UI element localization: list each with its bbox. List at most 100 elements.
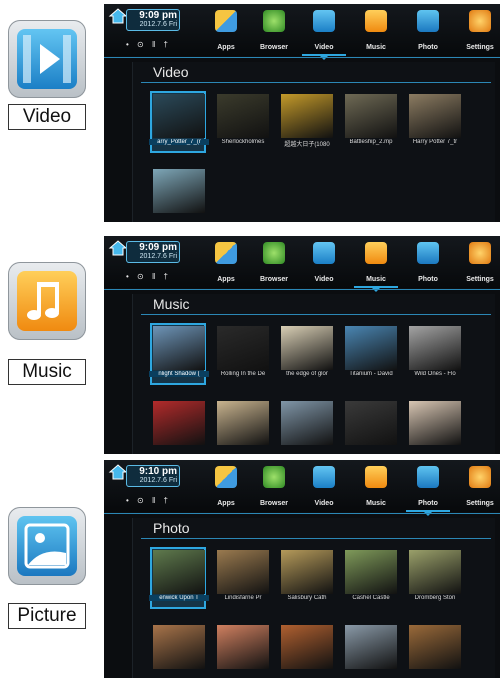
tab-video[interactable]: Video <box>300 462 348 510</box>
apps-icon <box>215 466 237 488</box>
home-icon[interactable] <box>108 239 128 257</box>
media-thumbnail[interactable] <box>153 625 205 677</box>
media-thumbnail[interactable]: enwick Upon T <box>149 547 209 609</box>
thumbnail-label: Sherlockholmes <box>221 139 265 145</box>
media-thumbnail[interactable]: Titanium - David <box>345 326 397 378</box>
tab-settings[interactable]: Settings <box>456 6 500 54</box>
thumbnail-image <box>153 550 205 594</box>
tab-label: Apps <box>217 44 235 51</box>
video-icon <box>313 242 335 264</box>
tab-browser[interactable]: Browser <box>250 238 298 286</box>
media-thumbnail[interactable] <box>281 401 333 453</box>
thumbnail-image <box>153 169 205 213</box>
tab-label: Photo <box>418 44 438 51</box>
media-thumbnail[interactable] <box>409 401 461 453</box>
settings-icon <box>469 466 491 488</box>
media-thumbnail[interactable] <box>217 401 269 453</box>
thumbnail-image <box>217 94 269 138</box>
thumbnail-label: nlight Shadow ( <box>149 371 209 377</box>
home-icon[interactable] <box>108 7 128 25</box>
media-thumbnail[interactable]: Dromberg Ston <box>409 550 461 602</box>
thumbnail-image <box>153 625 205 669</box>
media-thumbnail[interactable]: Harry Potter 7_tr <box>409 94 461 146</box>
tab-label: Music <box>366 276 386 283</box>
media-thumbnail[interactable]: Wild Ones - Flo <box>409 326 461 378</box>
picture-app-icon <box>8 507 86 585</box>
media-thumbnail[interactable] <box>217 625 269 677</box>
clock-time: 9:09 pm <box>139 10 177 21</box>
tab-photo[interactable]: Photo <box>404 238 452 286</box>
tab-label: Music <box>366 500 386 507</box>
media-thumbnail[interactable]: Salisbury Cath <box>281 550 333 602</box>
thumbnail-image <box>409 550 461 594</box>
tab-label: Photo <box>418 276 438 283</box>
media-thumbnail[interactable] <box>281 625 333 677</box>
tab-settings[interactable]: Settings <box>456 462 500 510</box>
media-thumbnail[interactable] <box>345 401 397 453</box>
thumbnail-image <box>153 401 205 445</box>
section-title: Music <box>153 296 190 312</box>
clock-widget: 9:09 pm 2012.7.6 Fri <box>126 9 180 31</box>
tab-apps[interactable]: Apps <box>202 462 250 510</box>
tab-photo[interactable]: Photo <box>404 6 452 54</box>
media-thumbnail[interactable]: Lindisfarne Pr <box>217 550 269 602</box>
content-section: Video arry_Potter_7_(r Sherlockholmes 超越大日子… <box>132 62 495 222</box>
tab-music[interactable]: Music <box>352 6 400 54</box>
thumbnail-image <box>217 326 269 370</box>
media-thumbnail[interactable]: Cashel Castle <box>345 550 397 602</box>
thumbnail-label: Lindisfarne Pr <box>224 595 262 601</box>
clock-date: 2012.7.6 Fri <box>139 21 177 28</box>
thumbnail-image <box>281 401 333 445</box>
tab-photo[interactable]: Photo <box>404 462 452 516</box>
clock-time: 9:09 pm <box>139 242 177 253</box>
thumbnail-image <box>153 326 205 370</box>
thumbnail-label: Titanium - David <box>349 371 393 377</box>
music-icon <box>365 10 387 32</box>
launcher-screen-photo: 9:10 pm 2012.7.6 Fri • ⊙ ‖ † Apps Browser Vid… <box>104 460 500 678</box>
settings-icon <box>469 10 491 32</box>
tab-settings[interactable]: Settings <box>456 238 500 286</box>
divider <box>104 57 500 58</box>
tab-music[interactable]: Music <box>352 462 400 510</box>
divider <box>104 513 500 514</box>
tab-label: Apps <box>217 276 235 283</box>
tab-apps[interactable]: Apps <box>202 238 250 286</box>
home-icon[interactable] <box>108 463 128 481</box>
tab-apps[interactable]: Apps <box>202 6 250 54</box>
tab-music[interactable]: Music <box>352 238 400 292</box>
tab-video[interactable]: Video <box>300 6 348 60</box>
media-thumbnail[interactable]: arry_Potter_7_(r <box>149 91 209 153</box>
tab-label: Settings <box>466 276 494 283</box>
media-thumbnail[interactable]: the edge of glor <box>281 326 333 378</box>
tab-label: Browser <box>259 44 288 51</box>
tab-label: Photo <box>418 500 438 507</box>
tab-browser[interactable]: Browser <box>250 6 298 54</box>
media-thumbnail[interactable] <box>153 401 205 453</box>
section-divider <box>141 314 491 315</box>
thumbnail-image <box>281 94 333 138</box>
media-thumbnail[interactable]: Rolling In the De <box>217 326 269 378</box>
tab-video[interactable]: Video <box>300 238 348 286</box>
clock-time: 9:10 pm <box>139 466 177 477</box>
photo-icon <box>417 466 439 488</box>
thumbnail-label: Dromberg Ston <box>414 595 456 601</box>
browser-icon <box>263 10 285 32</box>
media-thumbnail[interactable] <box>345 625 397 677</box>
media-thumbnail[interactable]: nlight Shadow ( <box>149 323 209 385</box>
media-thumbnail[interactable]: Sherlockholmes <box>217 94 269 146</box>
apps-icon <box>215 10 237 32</box>
media-thumbnail[interactable] <box>409 625 461 677</box>
tab-browser[interactable]: Browser <box>250 462 298 510</box>
tab-label: Video <box>314 500 334 507</box>
thumbnail-image <box>345 94 397 138</box>
section-title: Photo <box>153 520 190 536</box>
clock-widget: 9:10 pm 2012.7.6 Fri <box>126 465 180 487</box>
video-icon <box>313 466 335 488</box>
media-thumbnail[interactable] <box>153 169 205 221</box>
video-icon <box>313 10 335 32</box>
thumbnail-image <box>217 625 269 669</box>
media-thumbnail[interactable]: 超越大日子(1080 <box>281 94 333 148</box>
thumbnail-label: Battleship_2.mp <box>349 139 393 145</box>
media-thumbnail[interactable]: Battleship_2.mp <box>345 94 397 146</box>
content-section: Music nlight Shadow ( Rolling In the De the… <box>132 294 495 454</box>
